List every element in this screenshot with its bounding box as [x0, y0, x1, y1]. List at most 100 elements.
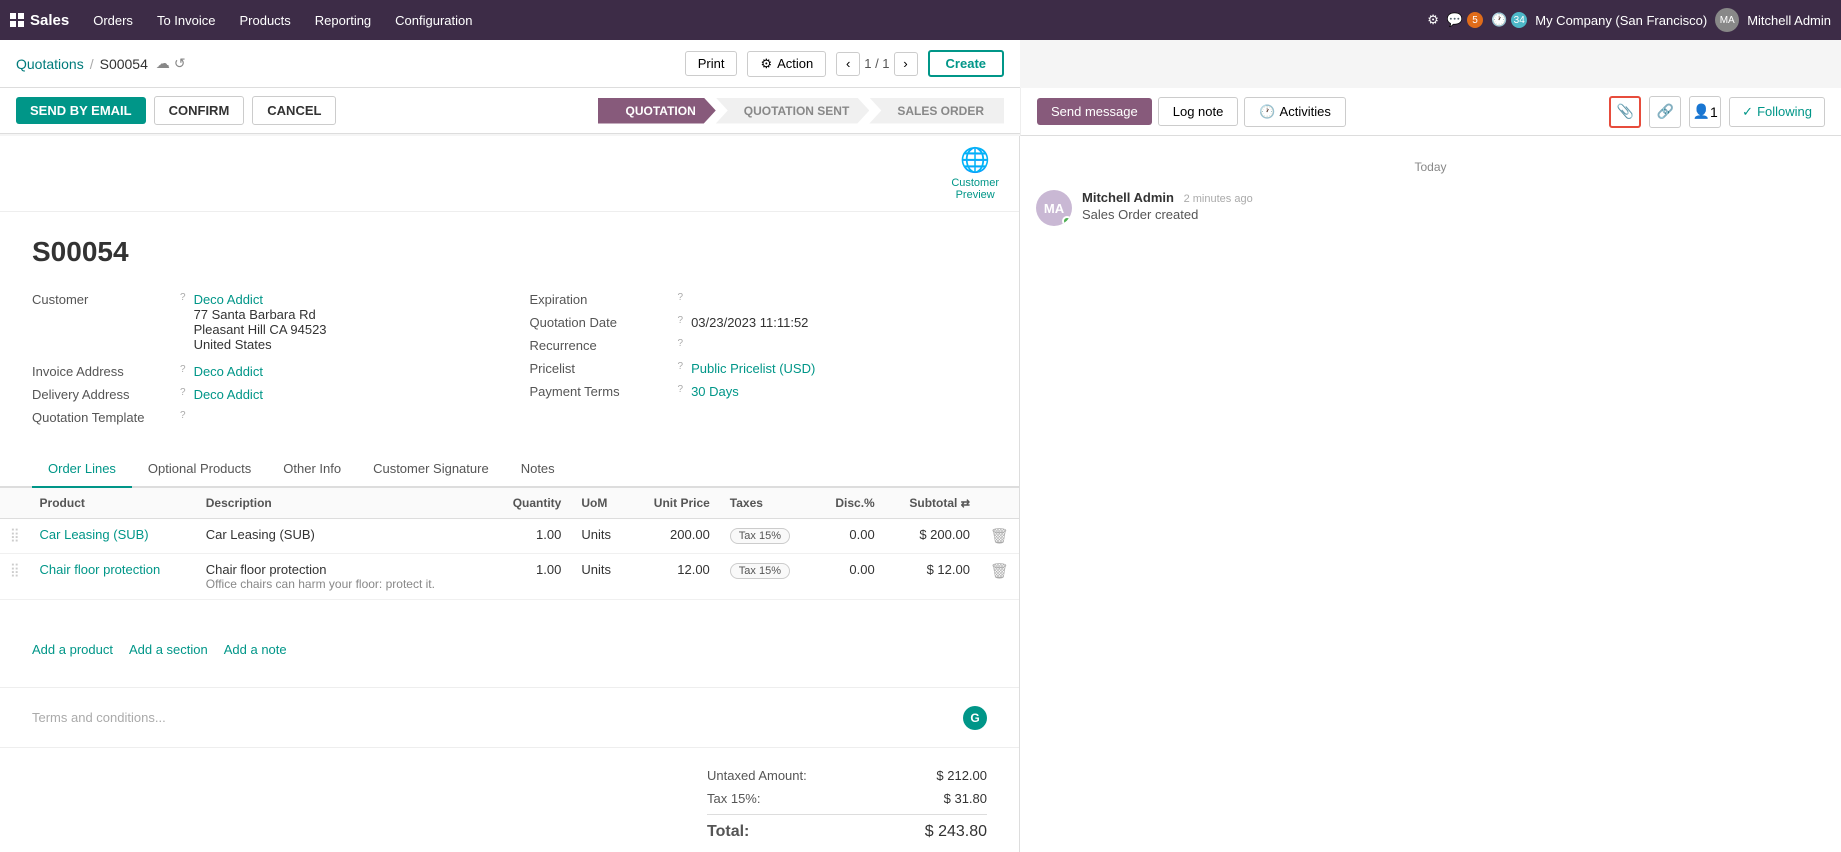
- add-product-link[interactable]: Add a product: [32, 642, 113, 657]
- add-links: Add a product Add a section Add a note: [0, 632, 1019, 667]
- attachment-icon-button[interactable]: 📎: [1609, 96, 1641, 128]
- breadcrumb: Quotations / S00054: [16, 56, 148, 72]
- log-note-button[interactable]: Log note: [1158, 97, 1239, 126]
- tab-other-info[interactable]: Other Info: [267, 451, 357, 488]
- chatter-header: Send message Log note 🕐 Activities 📎 🔗 👤…: [1020, 88, 1841, 136]
- nav-orders[interactable]: Orders: [83, 9, 143, 32]
- col-uom: UoM: [571, 488, 630, 519]
- customer-preview-button[interactable]: 🌐 CustomerPreview: [951, 146, 999, 201]
- add-note-link[interactable]: Add a note: [224, 642, 287, 657]
- status-bar: SEND BY EMAIL CONFIRM CANCEL QUOTATION Q…: [0, 88, 1020, 134]
- breadcrumb-separator: /: [90, 56, 94, 72]
- terms-area: Terms and conditions... G: [0, 687, 1019, 747]
- terms-input[interactable]: Terms and conditions...: [32, 710, 953, 725]
- help-pricelist: ?: [678, 361, 684, 372]
- settings-icon[interactable]: ⚙: [1427, 12, 1439, 28]
- breadcrumb-parent[interactable]: Quotations: [16, 56, 84, 72]
- brand[interactable]: Sales: [10, 12, 69, 29]
- status-stages: QUOTATION QUOTATION SENT SALES ORDER: [598, 98, 1004, 124]
- col-description: Description: [196, 488, 490, 519]
- table-row[interactable]: ⣿ Car Leasing (SUB) Car Leasing (SUB) 1.…: [0, 519, 1019, 554]
- nav-products[interactable]: Products: [229, 9, 300, 32]
- delivery-address-row: Delivery Address ? Deco Addict: [32, 387, 490, 402]
- stage-quotation[interactable]: QUOTATION: [598, 98, 716, 124]
- col-product: Product: [30, 488, 196, 519]
- payment-terms-label: Payment Terms: [530, 384, 670, 399]
- send-email-button[interactable]: SEND BY EMAIL: [16, 97, 146, 124]
- drag-handle[interactable]: ⣿: [10, 527, 20, 542]
- clock-act-icon: 🕐: [1259, 104, 1275, 120]
- delete-btn-1[interactable]: 🗑: [990, 563, 1009, 580]
- unit-price-0[interactable]: 200.00: [630, 519, 720, 554]
- untaxed-value: $ 212.00: [907, 768, 987, 783]
- pager-next[interactable]: ›: [894, 52, 918, 76]
- chat-icon[interactable]: 💬 5: [1447, 12, 1483, 28]
- following-button[interactable]: ✓ Following: [1729, 97, 1825, 127]
- nav-reporting[interactable]: Reporting: [305, 9, 381, 32]
- activities-button[interactable]: 🕐 Activities: [1244, 97, 1345, 127]
- send-message-button[interactable]: Send message: [1037, 98, 1152, 125]
- help-payment: ?: [678, 384, 684, 395]
- expiration-label: Expiration: [530, 292, 670, 307]
- stage-sales-order[interactable]: SALES ORDER: [869, 98, 1004, 124]
- cancel-form-button[interactable]: CANCEL: [252, 96, 336, 125]
- print-button[interactable]: Print: [685, 51, 738, 76]
- confirm-button[interactable]: CONFIRM: [154, 96, 245, 125]
- chatter-time-0: 2 minutes ago: [1184, 193, 1253, 205]
- nav-to-invoice[interactable]: To Invoice: [147, 9, 226, 32]
- username[interactable]: Mitchell Admin: [1747, 13, 1831, 28]
- avatar[interactable]: MA: [1715, 8, 1739, 32]
- tabs-bar: Order Lines Optional Products Other Info…: [0, 451, 1019, 488]
- chatter-text-0: Sales Order created: [1082, 207, 1825, 222]
- quantity-1[interactable]: 1.00: [490, 554, 571, 600]
- invoice-address-label: Invoice Address: [32, 364, 172, 379]
- disc-0[interactable]: 0.00: [815, 519, 885, 554]
- breadcrumb-current: S00054: [100, 56, 148, 72]
- create-button[interactable]: Create: [928, 50, 1004, 77]
- recurrence-label: Recurrence: [530, 338, 670, 353]
- help-expiration: ?: [678, 292, 684, 303]
- table-row[interactable]: ⣿ Chair floor protection Chair floor pro…: [0, 554, 1019, 600]
- pricelist-label: Pricelist: [530, 361, 670, 376]
- pager-prev[interactable]: ‹: [836, 52, 860, 76]
- nav-configuration[interactable]: Configuration: [385, 9, 482, 32]
- gear-icon: ⚙: [760, 56, 772, 72]
- totals-area: Untaxed Amount: $ 212.00 Tax 15%: $ 31.8…: [0, 747, 1019, 852]
- delivery-address-label: Delivery Address: [32, 387, 172, 402]
- disc-1[interactable]: 0.00: [815, 554, 885, 600]
- drag-handle[interactable]: ⣿: [10, 562, 20, 577]
- customer-label: Customer: [32, 292, 172, 307]
- help-recurrence: ?: [678, 338, 684, 349]
- subtotal-1: $ 12.00: [885, 554, 980, 600]
- tab-optional-products[interactable]: Optional Products: [132, 451, 267, 488]
- action-button[interactable]: ⚙ Action: [747, 51, 826, 77]
- followers-button[interactable]: 👤 1: [1689, 96, 1721, 128]
- tax-value: $ 31.80: [907, 791, 987, 806]
- add-section-link[interactable]: Add a section: [129, 642, 208, 657]
- delete-btn-0[interactable]: 🗑: [990, 528, 1009, 545]
- payment-terms-row: Payment Terms ? 30 Days: [530, 384, 988, 399]
- product-link-1[interactable]: Chair floor protection: [40, 562, 161, 577]
- expiration-row: Expiration ?: [530, 292, 988, 307]
- tab-customer-signature[interactable]: Customer Signature: [357, 451, 505, 488]
- refresh-icon[interactable]: ↺: [174, 55, 186, 72]
- recurrence-row: Recurrence ?: [530, 338, 988, 353]
- product-link-0[interactable]: Car Leasing (SUB): [40, 527, 149, 542]
- form-body: S00054 Customer ? Deco Addict 77 Santa B…: [0, 212, 1019, 632]
- untaxed-row: Untaxed Amount: $ 212.00: [707, 764, 987, 787]
- cloud-icon[interactable]: ☁: [156, 55, 170, 72]
- clock-icon[interactable]: 🕐 34: [1491, 12, 1527, 28]
- tab-notes[interactable]: Notes: [505, 451, 571, 488]
- chatter-date-separator: Today: [1036, 160, 1825, 174]
- grid-icon: [10, 13, 24, 27]
- action-right: Print ⚙ Action ‹ 1 / 1 › Create: [685, 50, 1004, 77]
- company-label[interactable]: My Company (San Francisco): [1535, 13, 1707, 28]
- quantity-0[interactable]: 1.00: [490, 519, 571, 554]
- quotation-date-label: Quotation Date: [530, 315, 670, 330]
- unit-price-1[interactable]: 12.00: [630, 554, 720, 600]
- tab-order-lines[interactable]: Order Lines: [32, 451, 132, 488]
- customer-preview-label: CustomerPreview: [951, 177, 999, 201]
- stage-quotation-sent[interactable]: QUOTATION SENT: [716, 98, 870, 124]
- description2-1: Office chairs can harm your floor: prote…: [206, 577, 480, 591]
- link-icon-button[interactable]: 🔗: [1649, 96, 1681, 128]
